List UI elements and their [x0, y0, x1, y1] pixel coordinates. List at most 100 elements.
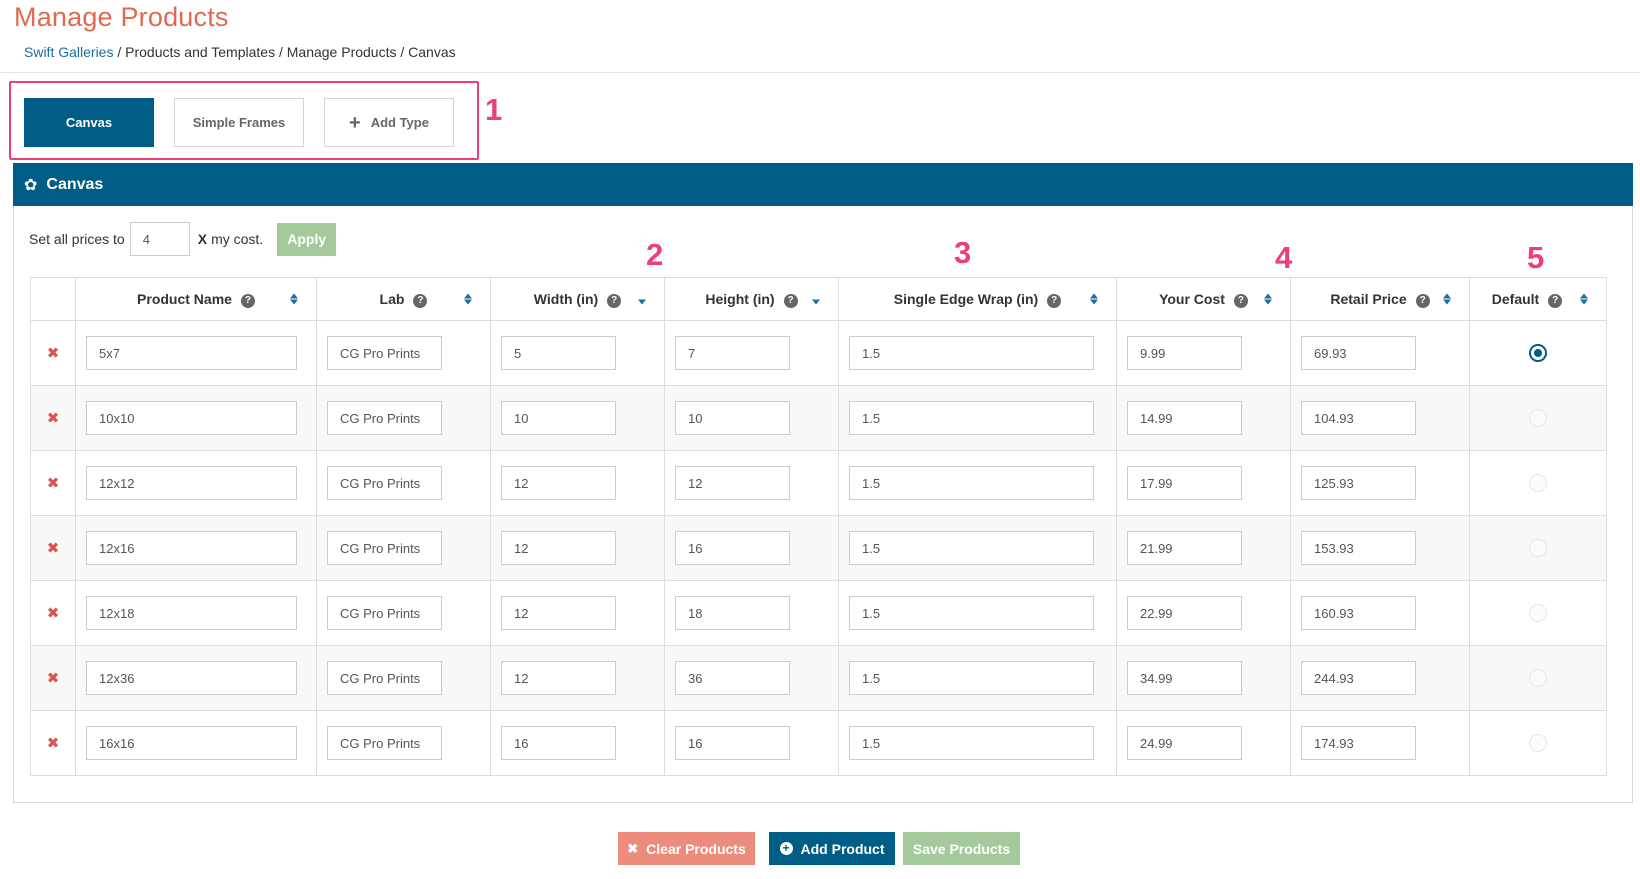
- col-header-default[interactable]: Default?: [1469, 277, 1607, 321]
- product-name-input[interactable]: [86, 726, 297, 760]
- width-input[interactable]: [501, 466, 616, 500]
- height-input[interactable]: [675, 726, 790, 760]
- help-icon[interactable]: ?: [1548, 293, 1563, 308]
- col-header-lab[interactable]: Lab?: [316, 277, 491, 321]
- width-input[interactable]: [501, 596, 616, 630]
- clear-products-button[interactable]: ✖ Clear Products: [618, 832, 755, 865]
- sort-icon[interactable]: [290, 293, 298, 305]
- tab-simple-frames[interactable]: Simple Frames: [174, 98, 304, 147]
- lab-input[interactable]: [327, 466, 442, 500]
- product-name-input[interactable]: [86, 401, 297, 435]
- edge-wrap-input[interactable]: [849, 531, 1094, 565]
- save-products-button[interactable]: Save Products: [903, 832, 1020, 865]
- width-input[interactable]: [501, 531, 616, 565]
- col-header-product-name[interactable]: Product Name?: [75, 277, 317, 321]
- default-radio[interactable]: [1529, 734, 1547, 752]
- cost-input[interactable]: [1127, 661, 1242, 695]
- annotation-number-1: 1: [485, 92, 503, 127]
- add-product-button[interactable]: + Add Product: [769, 832, 895, 865]
- lab-input[interactable]: [327, 661, 442, 695]
- retail-price-input[interactable]: [1301, 401, 1416, 435]
- col-header-your-cost[interactable]: Your Cost?: [1116, 277, 1291, 321]
- help-icon[interactable]: ?: [607, 293, 622, 308]
- sort-icon[interactable]: [1443, 293, 1451, 305]
- table-cell: [490, 580, 665, 646]
- cost-input[interactable]: [1127, 726, 1242, 760]
- product-name-input[interactable]: [86, 596, 297, 630]
- col-header-retail-price[interactable]: Retail Price?: [1290, 277, 1470, 321]
- product-name-input[interactable]: [86, 466, 297, 500]
- cost-input[interactable]: [1127, 466, 1242, 500]
- product-name-input[interactable]: [86, 336, 297, 370]
- default-radio[interactable]: [1529, 604, 1547, 622]
- product-name-input[interactable]: [86, 661, 297, 695]
- sort-icon[interactable]: [1264, 293, 1272, 305]
- height-input[interactable]: [675, 661, 790, 695]
- delete-row-icon[interactable]: ✖: [30, 580, 76, 646]
- height-input[interactable]: [675, 596, 790, 630]
- delete-row-icon[interactable]: ✖: [30, 385, 76, 451]
- edge-wrap-input[interactable]: [849, 466, 1094, 500]
- delete-row-icon[interactable]: ✖: [30, 450, 76, 516]
- help-icon[interactable]: ?: [1047, 293, 1062, 308]
- sort-desc-icon[interactable]: [812, 299, 820, 305]
- lab-input[interactable]: [327, 401, 442, 435]
- edge-wrap-input[interactable]: [849, 726, 1094, 760]
- table-cell: [664, 645, 839, 711]
- retail-price-input[interactable]: [1301, 726, 1416, 760]
- delete-row-icon[interactable]: ✖: [30, 710, 76, 776]
- height-input[interactable]: [675, 531, 790, 565]
- lab-input[interactable]: [327, 531, 442, 565]
- cost-input[interactable]: [1127, 336, 1242, 370]
- delete-row-icon[interactable]: ✖: [30, 515, 76, 581]
- cost-input[interactable]: [1127, 401, 1242, 435]
- tab-canvas[interactable]: Canvas: [24, 98, 154, 147]
- sort-icon[interactable]: [1580, 293, 1588, 305]
- retail-price-input[interactable]: [1301, 661, 1416, 695]
- height-input[interactable]: [675, 336, 790, 370]
- breadcrumb-link-home[interactable]: Swift Galleries: [24, 44, 113, 60]
- retail-price-input[interactable]: [1301, 466, 1416, 500]
- help-icon[interactable]: ?: [1415, 293, 1430, 308]
- lab-input[interactable]: [327, 336, 442, 370]
- delete-row-icon[interactable]: ✖: [30, 320, 76, 386]
- apply-button[interactable]: Apply: [277, 222, 337, 256]
- col-header-edge-wrap[interactable]: Single Edge Wrap (in)?: [838, 277, 1117, 321]
- breadcrumb-path: / Products and Templates / Manage Produc…: [117, 44, 456, 60]
- width-input[interactable]: [501, 336, 616, 370]
- price-multiplier-input[interactable]: [129, 222, 190, 256]
- sort-desc-icon[interactable]: [638, 299, 646, 305]
- cost-input[interactable]: [1127, 596, 1242, 630]
- add-type-button[interactable]: + Add Type: [324, 98, 454, 147]
- width-input[interactable]: [501, 661, 616, 695]
- edge-wrap-input[interactable]: [849, 336, 1094, 370]
- default-radio[interactable]: [1529, 539, 1547, 557]
- product-name-input[interactable]: [86, 531, 297, 565]
- help-icon[interactable]: ?: [783, 293, 798, 308]
- default-radio[interactable]: [1529, 669, 1547, 687]
- default-radio[interactable]: [1529, 344, 1547, 362]
- default-radio[interactable]: [1529, 474, 1547, 492]
- help-icon[interactable]: ?: [413, 293, 428, 308]
- height-input[interactable]: [675, 401, 790, 435]
- width-input[interactable]: [501, 401, 616, 435]
- retail-price-input[interactable]: [1301, 336, 1416, 370]
- sort-icon[interactable]: [1090, 293, 1098, 305]
- lab-input[interactable]: [327, 596, 442, 630]
- cost-input[interactable]: [1127, 531, 1242, 565]
- col-header-width[interactable]: Width (in)?: [490, 277, 665, 321]
- sort-icon[interactable]: [464, 293, 472, 305]
- height-input[interactable]: [675, 466, 790, 500]
- edge-wrap-input[interactable]: [849, 596, 1094, 630]
- edge-wrap-input[interactable]: [849, 661, 1094, 695]
- default-radio[interactable]: [1529, 409, 1547, 427]
- help-icon[interactable]: ?: [1233, 293, 1248, 308]
- edge-wrap-input[interactable]: [849, 401, 1094, 435]
- delete-row-icon[interactable]: ✖: [30, 645, 76, 711]
- help-icon[interactable]: ?: [240, 293, 255, 308]
- width-input[interactable]: [501, 726, 616, 760]
- lab-input[interactable]: [327, 726, 442, 760]
- retail-price-input[interactable]: [1301, 531, 1416, 565]
- col-header-height[interactable]: Height (in)?: [664, 277, 839, 321]
- retail-price-input[interactable]: [1301, 596, 1416, 630]
